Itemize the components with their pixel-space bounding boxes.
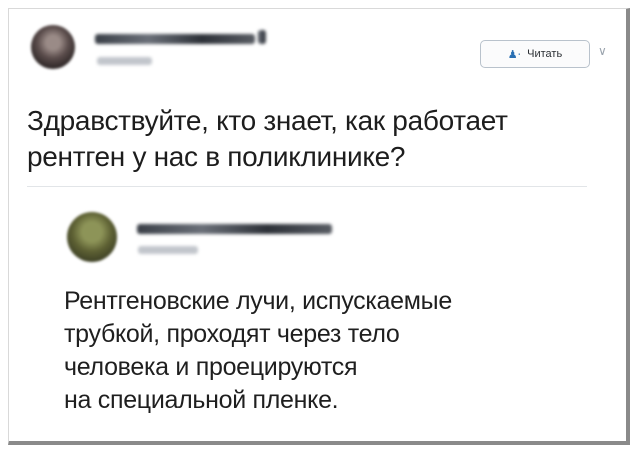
add-user-icon: ♟⋅ [507,48,522,61]
reply-text: Рентгеновские лучи, испускаемые трубкой,… [64,285,624,417]
chevron-down-icon[interactable]: ∨ [598,44,607,58]
post-line: Здравствуйте, кто знает, как работает [27,105,508,136]
reply-line: человека и проецируются [64,353,358,381]
reply-line: на специальной пленке. [64,386,339,414]
divider [27,186,587,187]
follow-button[interactable]: ♟⋅ Читать [480,40,590,68]
follow-label: Читать [527,48,563,60]
reply-line: трубкой, проходят через тело [64,320,400,348]
reply-author-handle-blurred [138,246,198,254]
post-line: рентген у нас в поликлинике? [27,141,406,172]
author-handle-blurred [97,57,152,65]
post-text: Здравствуйте, кто знает, как работает ре… [27,103,607,175]
author-avatar[interactable] [31,25,75,69]
author-name-blurred[interactable] [95,34,255,44]
reply-author-name-blurred[interactable] [137,224,332,234]
author-badge-blurred [258,30,266,44]
reply-author-avatar[interactable] [67,212,117,262]
reply-line: Рентгеновские лучи, испускаемые [64,287,452,315]
